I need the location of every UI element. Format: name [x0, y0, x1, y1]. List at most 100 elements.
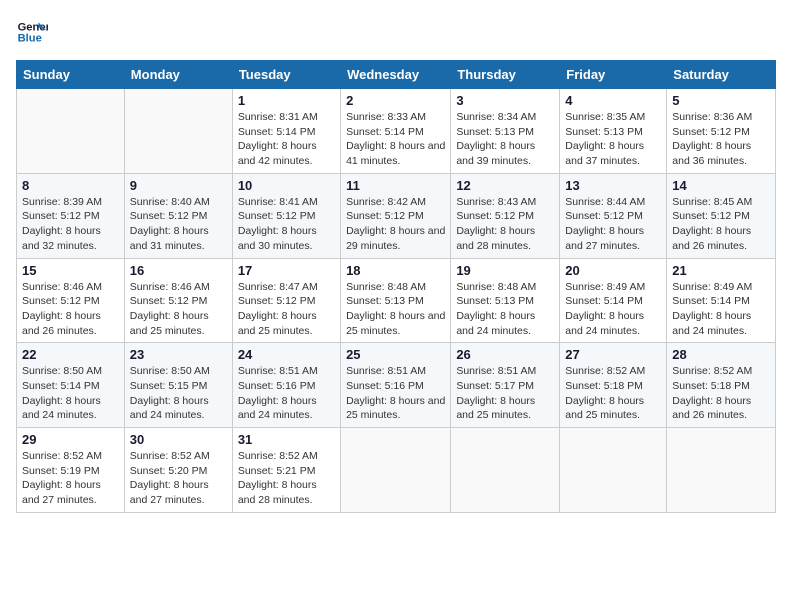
- empty-cell: [560, 428, 667, 513]
- day-number: 18: [346, 263, 445, 278]
- day-number: 22: [22, 347, 119, 362]
- day-header-tuesday: Tuesday: [232, 61, 340, 89]
- day-number: 21: [672, 263, 770, 278]
- day-info: Sunrise: 8:51 AMSunset: 5:16 PMDaylight:…: [346, 365, 445, 421]
- svg-text:Blue: Blue: [18, 33, 42, 45]
- day-cell-31: 31 Sunrise: 8:52 AMSunset: 5:21 PMDaylig…: [232, 428, 340, 513]
- day-info: Sunrise: 8:52 AMSunset: 5:20 PMDaylight:…: [130, 450, 210, 506]
- day-number: 29: [22, 432, 119, 447]
- day-info: Sunrise: 8:45 AMSunset: 5:12 PMDaylight:…: [672, 196, 752, 252]
- calendar-week-2: 8 Sunrise: 8:39 AMSunset: 5:12 PMDayligh…: [17, 173, 776, 258]
- day-info: Sunrise: 8:52 AMSunset: 5:21 PMDaylight:…: [238, 450, 318, 506]
- day-number: 16: [130, 263, 227, 278]
- day-info: Sunrise: 8:52 AMSunset: 5:18 PMDaylight:…: [672, 365, 752, 421]
- day-cell-3: 3 Sunrise: 8:34 AMSunset: 5:13 PMDayligh…: [451, 89, 560, 174]
- day-number: 27: [565, 347, 661, 362]
- day-info: Sunrise: 8:40 AMSunset: 5:12 PMDaylight:…: [130, 196, 210, 252]
- day-number: 11: [346, 178, 445, 193]
- day-number: 14: [672, 178, 770, 193]
- day-cell-21: 21 Sunrise: 8:49 AMSunset: 5:14 PMDaylig…: [667, 258, 776, 343]
- day-info: Sunrise: 8:50 AMSunset: 5:14 PMDaylight:…: [22, 365, 102, 421]
- calendar-week-3: 15 Sunrise: 8:46 AMSunset: 5:12 PMDaylig…: [17, 258, 776, 343]
- day-cell-30: 30 Sunrise: 8:52 AMSunset: 5:20 PMDaylig…: [124, 428, 232, 513]
- day-header-sunday: Sunday: [17, 61, 125, 89]
- day-cell-26: 26 Sunrise: 8:51 AMSunset: 5:17 PMDaylig…: [451, 343, 560, 428]
- day-info: Sunrise: 8:47 AMSunset: 5:12 PMDaylight:…: [238, 281, 318, 337]
- day-cell-11: 11 Sunrise: 8:42 AMSunset: 5:12 PMDaylig…: [341, 173, 451, 258]
- day-cell-9: 9 Sunrise: 8:40 AMSunset: 5:12 PMDayligh…: [124, 173, 232, 258]
- day-headers-row: SundayMondayTuesdayWednesdayThursdayFrid…: [17, 61, 776, 89]
- calendar-week-4: 22 Sunrise: 8:50 AMSunset: 5:14 PMDaylig…: [17, 343, 776, 428]
- day-header-friday: Friday: [560, 61, 667, 89]
- day-header-thursday: Thursday: [451, 61, 560, 89]
- day-cell-16: 16 Sunrise: 8:46 AMSunset: 5:12 PMDaylig…: [124, 258, 232, 343]
- day-number: 10: [238, 178, 335, 193]
- day-info: Sunrise: 8:46 AMSunset: 5:12 PMDaylight:…: [22, 281, 102, 337]
- day-info: Sunrise: 8:52 AMSunset: 5:19 PMDaylight:…: [22, 450, 102, 506]
- day-cell-12: 12 Sunrise: 8:43 AMSunset: 5:12 PMDaylig…: [451, 173, 560, 258]
- day-number: 13: [565, 178, 661, 193]
- day-info: Sunrise: 8:44 AMSunset: 5:12 PMDaylight:…: [565, 196, 645, 252]
- logo-icon: General Blue: [16, 16, 48, 48]
- day-info: Sunrise: 8:39 AMSunset: 5:12 PMDaylight:…: [22, 196, 102, 252]
- day-cell-27: 27 Sunrise: 8:52 AMSunset: 5:18 PMDaylig…: [560, 343, 667, 428]
- day-header-saturday: Saturday: [667, 61, 776, 89]
- day-info: Sunrise: 8:34 AMSunset: 5:13 PMDaylight:…: [456, 111, 536, 167]
- day-number: 30: [130, 432, 227, 447]
- day-cell-18: 18 Sunrise: 8:48 AMSunset: 5:13 PMDaylig…: [341, 258, 451, 343]
- day-cell-19: 19 Sunrise: 8:48 AMSunset: 5:13 PMDaylig…: [451, 258, 560, 343]
- day-number: 8: [22, 178, 119, 193]
- day-header-wednesday: Wednesday: [341, 61, 451, 89]
- day-info: Sunrise: 8:41 AMSunset: 5:12 PMDaylight:…: [238, 196, 318, 252]
- day-info: Sunrise: 8:33 AMSunset: 5:14 PMDaylight:…: [346, 111, 445, 167]
- day-number: 25: [346, 347, 445, 362]
- day-number: 3: [456, 93, 554, 108]
- empty-cell: [667, 428, 776, 513]
- day-cell-4: 4 Sunrise: 8:35 AMSunset: 5:13 PMDayligh…: [560, 89, 667, 174]
- day-number: 24: [238, 347, 335, 362]
- day-info: Sunrise: 8:35 AMSunset: 5:13 PMDaylight:…: [565, 111, 645, 167]
- day-number: 4: [565, 93, 661, 108]
- day-info: Sunrise: 8:48 AMSunset: 5:13 PMDaylight:…: [346, 281, 445, 337]
- day-cell-1: 1 Sunrise: 8:31 AMSunset: 5:14 PMDayligh…: [232, 89, 340, 174]
- day-info: Sunrise: 8:49 AMSunset: 5:14 PMDaylight:…: [565, 281, 645, 337]
- empty-cell: [451, 428, 560, 513]
- svg-text:General: General: [18, 21, 48, 33]
- day-cell-13: 13 Sunrise: 8:44 AMSunset: 5:12 PMDaylig…: [560, 173, 667, 258]
- day-info: Sunrise: 8:43 AMSunset: 5:12 PMDaylight:…: [456, 196, 536, 252]
- day-number: 19: [456, 263, 554, 278]
- calendar-week-5: 29 Sunrise: 8:52 AMSunset: 5:19 PMDaylig…: [17, 428, 776, 513]
- day-cell-10: 10 Sunrise: 8:41 AMSunset: 5:12 PMDaylig…: [232, 173, 340, 258]
- day-number: 2: [346, 93, 445, 108]
- day-cell-5: 5 Sunrise: 8:36 AMSunset: 5:12 PMDayligh…: [667, 89, 776, 174]
- day-info: Sunrise: 8:46 AMSunset: 5:12 PMDaylight:…: [130, 281, 210, 337]
- day-cell-23: 23 Sunrise: 8:50 AMSunset: 5:15 PMDaylig…: [124, 343, 232, 428]
- day-cell-20: 20 Sunrise: 8:49 AMSunset: 5:14 PMDaylig…: [560, 258, 667, 343]
- day-number: 28: [672, 347, 770, 362]
- day-number: 1: [238, 93, 335, 108]
- calendar-table: SundayMondayTuesdayWednesdayThursdayFrid…: [16, 60, 776, 513]
- day-cell-28: 28 Sunrise: 8:52 AMSunset: 5:18 PMDaylig…: [667, 343, 776, 428]
- logo: General Blue: [16, 16, 52, 48]
- day-number: 15: [22, 263, 119, 278]
- day-number: 23: [130, 347, 227, 362]
- day-header-monday: Monday: [124, 61, 232, 89]
- day-cell-22: 22 Sunrise: 8:50 AMSunset: 5:14 PMDaylig…: [17, 343, 125, 428]
- empty-cell: [124, 89, 232, 174]
- day-info: Sunrise: 8:49 AMSunset: 5:14 PMDaylight:…: [672, 281, 752, 337]
- day-info: Sunrise: 8:42 AMSunset: 5:12 PMDaylight:…: [346, 196, 445, 252]
- empty-cell: [17, 89, 125, 174]
- day-cell-2: 2 Sunrise: 8:33 AMSunset: 5:14 PMDayligh…: [341, 89, 451, 174]
- day-cell-17: 17 Sunrise: 8:47 AMSunset: 5:12 PMDaylig…: [232, 258, 340, 343]
- day-number: 31: [238, 432, 335, 447]
- day-info: Sunrise: 8:51 AMSunset: 5:17 PMDaylight:…: [456, 365, 536, 421]
- day-number: 12: [456, 178, 554, 193]
- day-number: 9: [130, 178, 227, 193]
- day-number: 17: [238, 263, 335, 278]
- day-cell-8: 8 Sunrise: 8:39 AMSunset: 5:12 PMDayligh…: [17, 173, 125, 258]
- day-info: Sunrise: 8:36 AMSunset: 5:12 PMDaylight:…: [672, 111, 752, 167]
- day-number: 5: [672, 93, 770, 108]
- day-info: Sunrise: 8:50 AMSunset: 5:15 PMDaylight:…: [130, 365, 210, 421]
- day-info: Sunrise: 8:31 AMSunset: 5:14 PMDaylight:…: [238, 111, 318, 167]
- day-info: Sunrise: 8:48 AMSunset: 5:13 PMDaylight:…: [456, 281, 536, 337]
